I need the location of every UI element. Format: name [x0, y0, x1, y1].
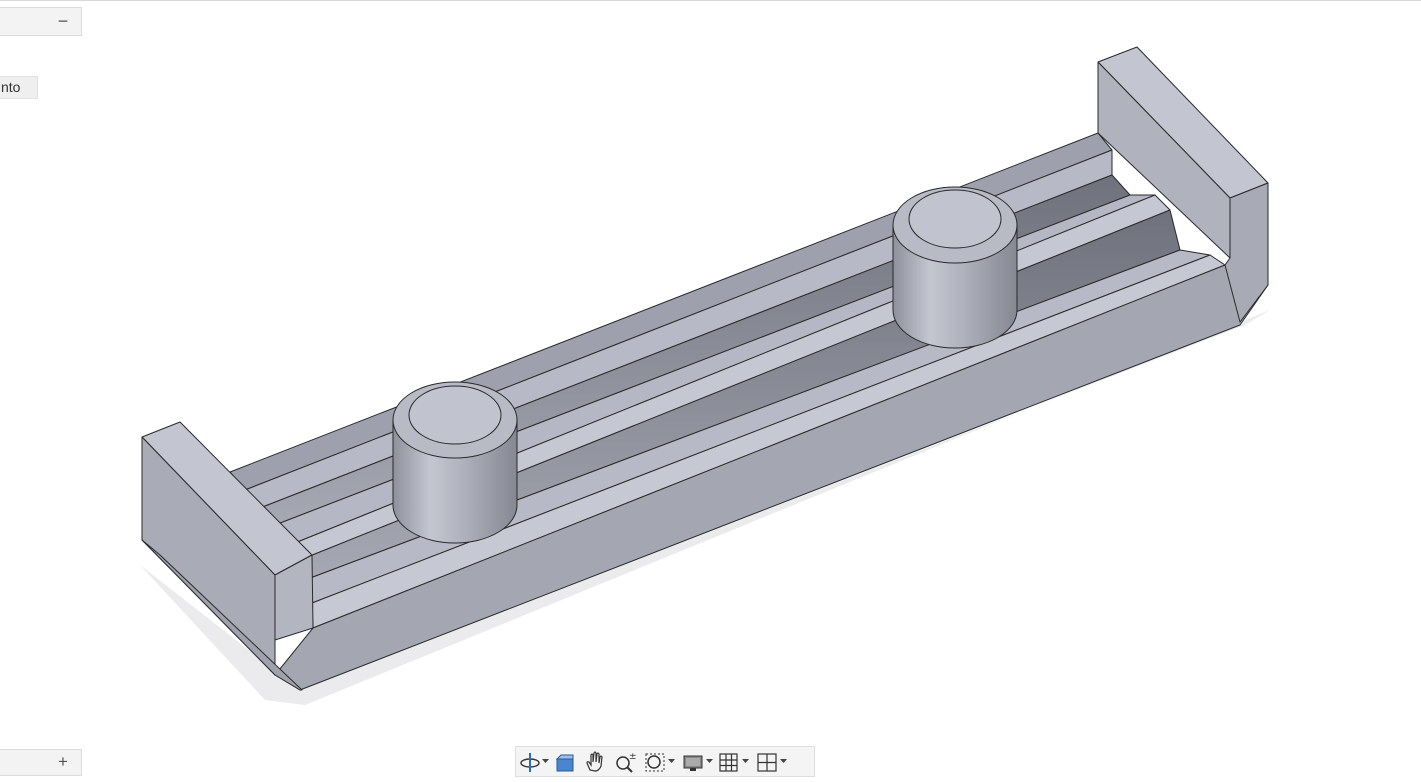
display-settings-icon — [683, 755, 703, 771]
pan-button[interactable] — [583, 750, 607, 774]
comments-panel-header: + — [0, 749, 82, 776]
look-at-icon — [555, 754, 574, 771]
navigation-bar: ± — [515, 746, 815, 777]
viewports-button[interactable] — [755, 750, 788, 774]
model-part[interactable] — [140, 46, 1270, 705]
svg-text:±: ± — [629, 752, 637, 762]
zoom-button[interactable]: ± — [613, 750, 637, 774]
display-settings-button[interactable] — [681, 750, 714, 774]
look-at-button[interactable] — [553, 750, 577, 774]
grid-icon — [719, 752, 738, 772]
viewports-icon — [757, 752, 777, 772]
browser-panel-header: − — [0, 7, 82, 36]
fit-window-icon — [645, 753, 665, 771]
display-settings-dropdown-caret[interactable] — [705, 750, 714, 774]
pan-hand-icon — [586, 750, 603, 772]
orbit-icon — [520, 752, 540, 772]
zoom-icon: ± — [616, 752, 637, 773]
grid-button[interactable] — [717, 750, 750, 774]
fit-window-button[interactable] — [643, 750, 676, 774]
panel-partial-label[interactable]: nto — [0, 76, 38, 99]
collapse-panel-button[interactable]: − — [53, 11, 73, 33]
orbit-button[interactable] — [519, 750, 550, 774]
right-boss — [892, 186, 1018, 349]
grid-dropdown-caret[interactable] — [741, 750, 750, 774]
viewports-dropdown-caret[interactable] — [779, 750, 788, 774]
3d-viewport[interactable] — [0, 0, 1421, 782]
expand-panel-button[interactable]: + — [53, 752, 73, 774]
fit-window-dropdown-caret[interactable] — [667, 750, 676, 774]
orbit-dropdown-caret[interactable] — [541, 750, 550, 774]
left-boss — [392, 381, 518, 544]
